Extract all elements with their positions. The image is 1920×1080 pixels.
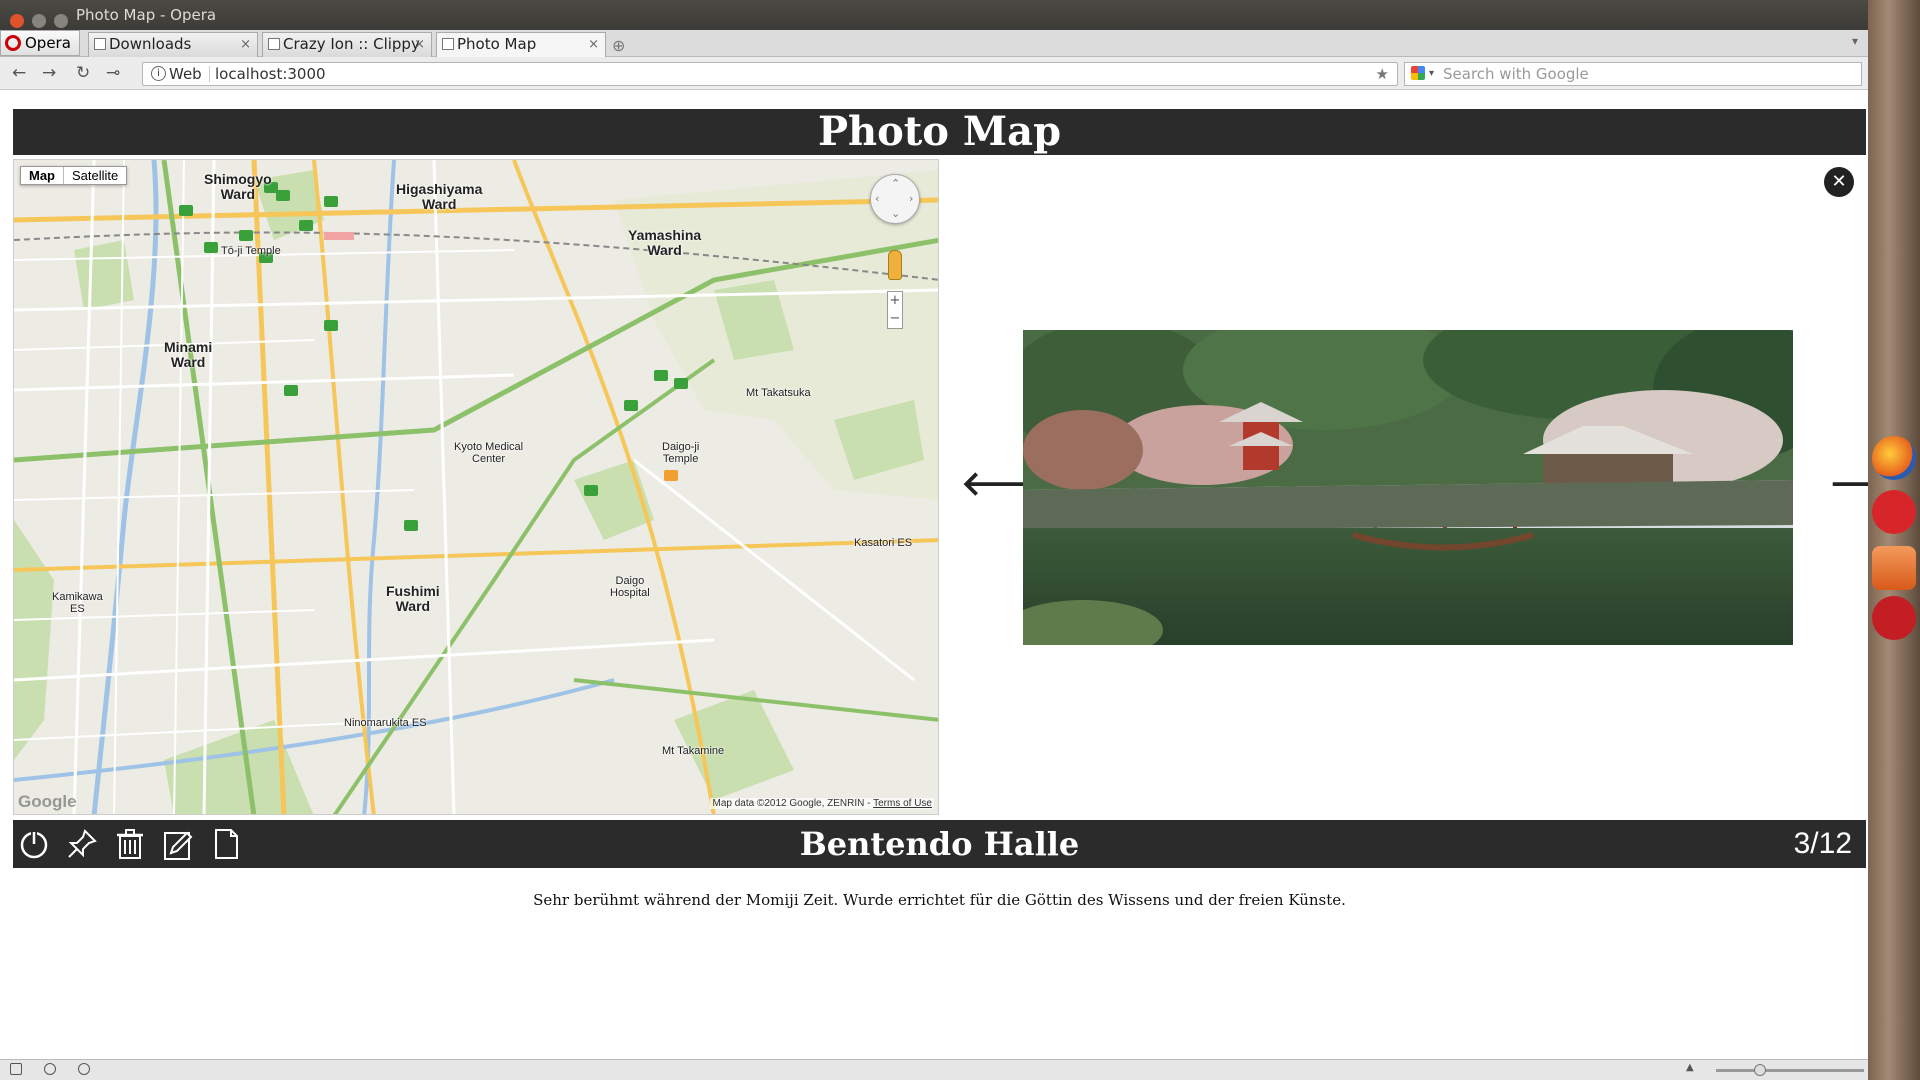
tab-crazy-ion[interactable]: Crazy Ion :: Clippy × bbox=[262, 32, 432, 57]
tab-label: Downloads bbox=[109, 35, 192, 53]
google-icon[interactable] bbox=[1411, 66, 1425, 80]
new-tab-icon[interactable]: ⊕ bbox=[612, 36, 625, 55]
window-maximize-button[interactable] bbox=[53, 14, 68, 28]
toolbar bbox=[17, 827, 243, 861]
search-box[interactable]: ▾ bbox=[1404, 62, 1862, 86]
close-icon[interactable]: ✕ bbox=[1824, 167, 1854, 197]
pan-control[interactable]: ⌃ ⌄ ‹ › bbox=[870, 174, 920, 224]
reload-icon[interactable]: ↻ bbox=[76, 63, 90, 83]
photo-viewer: ✕ 🡐 🡒 bbox=[939, 159, 1920, 815]
downloads-tab-icon bbox=[94, 38, 106, 50]
tab-photo-map[interactable]: Photo Map × bbox=[436, 32, 606, 57]
back-icon[interactable]: ← bbox=[12, 63, 26, 83]
page-tab-icon bbox=[268, 38, 280, 50]
tab-label: Crazy Ion :: Clippy bbox=[283, 35, 420, 53]
map-tiles[interactable] bbox=[14, 160, 939, 815]
map-label: Ninomarukita ES bbox=[344, 717, 427, 729]
opera-icon[interactable] bbox=[1872, 596, 1916, 640]
opera-menu-label: Opera bbox=[25, 34, 71, 52]
key-icon[interactable]: ⊸ bbox=[106, 63, 120, 83]
terms-of-use-link[interactable]: Terms of Use bbox=[873, 798, 932, 809]
photo-counter: 3/12 bbox=[1793, 827, 1852, 860]
title-bar: Photo Map - Opera bbox=[0, 0, 1868, 30]
map-label: Daigo Hospital bbox=[610, 575, 650, 599]
web-badge[interactable]: Web bbox=[151, 63, 202, 85]
firefox-icon[interactable] bbox=[1872, 436, 1916, 480]
zoom-out-icon[interactable]: − bbox=[888, 310, 902, 328]
map-label: Fushimi Ward bbox=[386, 583, 440, 614]
address-bar[interactable]: Web localhost:3000 ★ bbox=[142, 62, 1398, 86]
tab-menu-chevron-icon[interactable]: ▾ bbox=[1852, 34, 1858, 48]
window-minimize-button[interactable] bbox=[31, 14, 46, 28]
tab-label: Photo Map bbox=[457, 35, 537, 53]
page-tab-icon bbox=[442, 38, 454, 50]
edit-icon[interactable] bbox=[161, 827, 195, 861]
photo-image bbox=[1023, 330, 1793, 645]
trash-icon[interactable] bbox=[113, 827, 147, 861]
zoom-slider[interactable] bbox=[1716, 1064, 1864, 1076]
cloud-icon[interactable] bbox=[44, 1063, 56, 1075]
map-label: Mt Takatsuka bbox=[746, 387, 811, 399]
street-view-pegman-icon[interactable] bbox=[888, 250, 902, 280]
photo-title: Bentendo Halle bbox=[799, 825, 1080, 863]
bookmark-star-icon[interactable]: ★ bbox=[1376, 63, 1389, 85]
pan-up-icon[interactable]: ⌃ bbox=[891, 177, 900, 190]
map-attribution: Map data ©2012 Google, ZENRIN - Terms of… bbox=[710, 798, 934, 809]
url-text[interactable]: localhost:3000 bbox=[215, 63, 326, 85]
desktop-launcher bbox=[1868, 0, 1920, 1080]
pan-right-icon[interactable]: › bbox=[909, 192, 913, 205]
map-label: Shimogyo Ward bbox=[204, 171, 272, 202]
tab-downloads[interactable]: Downloads × bbox=[88, 32, 258, 57]
new-document-icon[interactable] bbox=[209, 827, 243, 861]
speed-dial-icon[interactable] bbox=[78, 1063, 90, 1075]
google-logo: Google bbox=[18, 792, 77, 811]
photo-info-bar: Bentendo Halle 3/12 bbox=[13, 820, 1866, 868]
map-label: Mt Takamine bbox=[662, 745, 725, 757]
opera-logo-icon bbox=[5, 35, 21, 51]
zoom-up-icon[interactable]: ▲ bbox=[1686, 1062, 1694, 1073]
tab-close-icon[interactable]: × bbox=[588, 33, 599, 56]
opera-menu-button[interactable]: Opera bbox=[0, 30, 80, 56]
attribution-text: Map data ©2012 Google, ZENRIN - bbox=[712, 798, 874, 809]
browser-window: Photo Map - Opera Opera Downloads × Craz… bbox=[0, 0, 1920, 1080]
tab-bar: Opera Downloads × Crazy Ion :: Clippy × … bbox=[0, 30, 1868, 57]
map-label: Daigo-ji Temple bbox=[662, 441, 700, 465]
navigation-bar: ← → ↻ ⊸ Web localhost:3000 ★ ▾ bbox=[0, 57, 1868, 90]
window-title: Photo Map - Opera bbox=[76, 6, 217, 24]
map-label: Kamikawa ES bbox=[52, 591, 103, 615]
divider bbox=[209, 66, 210, 82]
zoom-slider-knob[interactable] bbox=[1754, 1064, 1766, 1076]
page-title: Photo Map bbox=[13, 109, 1866, 155]
map-label: Yamashina Ward bbox=[628, 227, 702, 258]
pan-left-icon[interactable]: ‹ bbox=[875, 192, 879, 205]
search-engine-dropdown-icon[interactable]: ▾ bbox=[1429, 63, 1434, 85]
pan-down-icon[interactable]: ⌄ bbox=[891, 207, 900, 220]
map-type-control[interactable]: Map Satellite bbox=[20, 166, 128, 185]
power-icon[interactable] bbox=[17, 827, 51, 861]
map-label: Minami Ward bbox=[164, 339, 213, 370]
panel-toggle-icon[interactable] bbox=[10, 1063, 22, 1075]
photo-description: Sehr berühmt während der Momiji Zeit. Wu… bbox=[533, 891, 1346, 909]
zoom-control[interactable]: + − bbox=[887, 291, 903, 329]
page-content: Photo Map Shimogyo Ward Higashiyama Ward… bbox=[0, 91, 1920, 1059]
tab-close-icon[interactable]: × bbox=[414, 33, 425, 56]
map-label: Kyoto Medical Center bbox=[454, 441, 524, 465]
tab-close-icon[interactable]: × bbox=[240, 33, 251, 56]
status-bar: ▲ bbox=[0, 1059, 1868, 1080]
search-input[interactable] bbox=[1443, 64, 1853, 84]
pin-icon[interactable] bbox=[65, 827, 99, 861]
zoom-in-icon[interactable]: + bbox=[888, 292, 902, 310]
window-close-button[interactable] bbox=[10, 14, 24, 28]
mouse-cursor-icon bbox=[1547, 931, 1569, 951]
map-type-satellite-button[interactable]: Satellite bbox=[63, 167, 126, 184]
home-folder-icon[interactable] bbox=[1872, 546, 1916, 590]
forward-icon[interactable]: → bbox=[42, 63, 56, 83]
map-type-map-button[interactable]: Map bbox=[21, 167, 63, 184]
map-label: Higashiyama Ward bbox=[396, 181, 483, 212]
map-label: Tō-ji Temple bbox=[221, 245, 281, 257]
writer-icon[interactable] bbox=[1872, 490, 1916, 534]
map-view[interactable]: Shimogyo Ward Higashiyama Ward Yamashina… bbox=[13, 159, 939, 815]
map-label: Kasatori ES bbox=[854, 537, 913, 549]
